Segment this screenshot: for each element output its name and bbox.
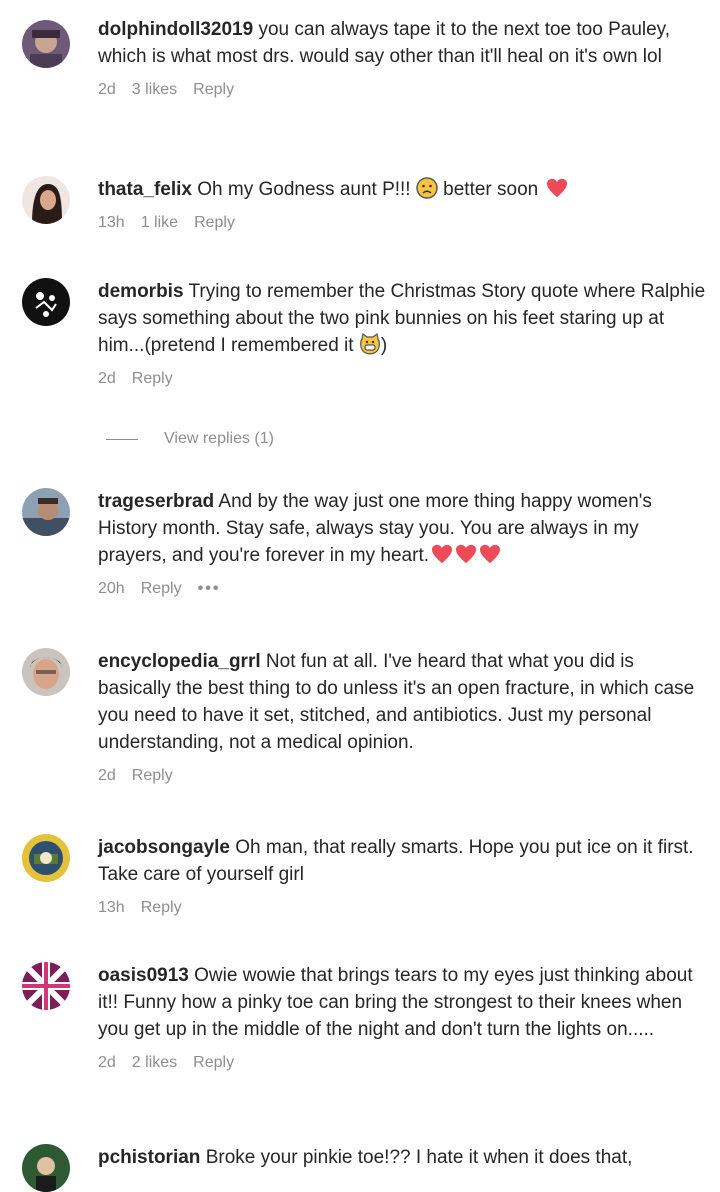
comment-content: jacobsongayle Oh man, that really smarts… [98,834,706,917]
comment-username[interactable]: thata_felix [98,179,192,200]
comment-username[interactable]: jacobsongayle [98,837,230,858]
comment-content: demorbis Trying to remember the Christma… [98,278,706,388]
comment-time: 13h [98,899,125,916]
comment-likes[interactable]: 3 likes [132,81,177,99]
reply-button[interactable]: Reply [132,370,173,388]
avatar[interactable] [22,20,70,68]
comment-text: Oh my Godness aunt P!!! [197,179,411,200]
comment-text-after: better soon [443,179,539,200]
avatar[interactable] [22,648,70,696]
view-replies-button[interactable]: View replies (1) [106,430,274,448]
comment-time: 2d [98,767,116,784]
avatar[interactable] [22,834,70,882]
comment-username[interactable]: encyclopedia_grrl [98,651,261,672]
comment-text: Broke your pinkie toe!?? I hate it when … [205,1147,633,1168]
comment-content: encyclopedia_grrl Not fun at all. I've h… [98,648,706,785]
comment-username[interactable]: pchistorian [98,1147,200,1168]
comment-meta: 13h 1 like Reply [98,214,706,232]
reply-button[interactable]: Reply [141,580,182,598]
reply-button[interactable]: Reply [132,767,173,785]
reply-button[interactable]: Reply [194,214,235,232]
avatar[interactable] [22,176,70,224]
comment-username[interactable]: dolphindoll32019 [98,19,253,40]
heart-icon [479,544,501,564]
heart-icon [546,178,568,198]
reply-button[interactable]: Reply [141,899,182,917]
worried-face-emoji [416,177,438,199]
comment-likes[interactable]: 2 likes [132,1054,177,1072]
comment-meta: 2d 2 likes Reply [98,1054,706,1072]
comment-content: dolphindoll32019 you can always tape it … [98,16,706,99]
comment-time: 2d [98,81,116,98]
comment-meta: 2d Reply [98,370,706,388]
comment-time: 2d [98,370,116,387]
comment-time: 2d [98,1054,116,1071]
comment-meta: 2d 3 likes Reply [98,81,706,99]
comment-content: oasis0913 Owie wowie that brings tears t… [98,962,706,1072]
comment-likes[interactable]: 1 like [141,214,178,232]
comment-time: 13h [98,214,125,231]
comment-username[interactable]: demorbis [98,281,184,302]
comment-username[interactable]: trageserbrad [98,491,214,512]
comment-text-after: ) [380,335,388,356]
comment-meta: 2d Reply [98,767,706,785]
reply-button[interactable]: Reply [193,81,234,99]
comment-content: trageserbrad And by the way just one mor… [98,488,706,598]
avatar[interactable] [22,1144,70,1192]
reply-button[interactable]: Reply [193,1054,234,1072]
comment-meta: 13h Reply [98,899,706,917]
heart-icon [431,544,453,564]
heart-icon [455,544,477,564]
avatar[interactable] [22,962,70,1010]
avatar[interactable] [22,488,70,536]
comments-feed: dolphindoll32019 you can always tape it … [0,0,720,1192]
view-replies-label: View replies (1) [164,430,274,447]
comment-username[interactable]: oasis0913 [98,965,189,986]
comment-content: pchistorian Broke your pinkie toe!?? I h… [98,1144,706,1171]
comment-time: 20h [98,580,125,597]
comment-content: thata_felix Oh my Godness aunt P!!! bett… [98,176,706,232]
avatar[interactable] [22,278,70,326]
grinning-cat-emoji [359,332,381,355]
view-replies-divider [106,438,138,440]
more-options-button[interactable]: ••• [198,580,221,598]
comment-meta: 20h Reply ••• [98,580,706,598]
comment-text: Trying to remember the Christmas Story q… [98,281,706,356]
